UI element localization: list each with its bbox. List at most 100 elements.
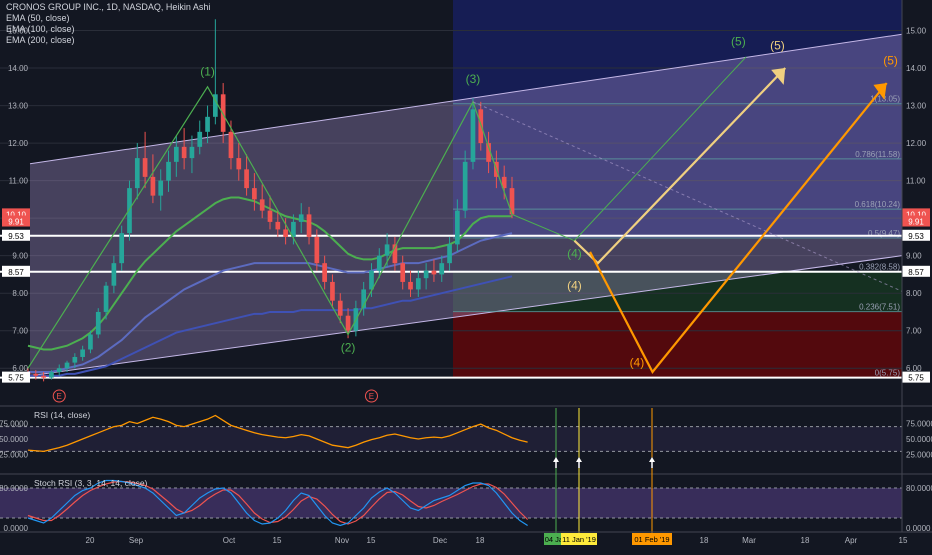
price-tick-right: 14.00	[906, 64, 927, 73]
candle-body	[376, 255, 382, 271]
chart-root: 1(13.05) 0.786(11.58) 0.618(10.24) 0.5(9.47…	[0, 0, 932, 550]
candle-body	[111, 263, 117, 286]
fib-label: 0.236(7.51)	[859, 303, 900, 312]
price-tick-right: 12.00	[906, 139, 927, 148]
candle-body	[80, 349, 85, 357]
price-tick-right: 15.00	[906, 27, 927, 36]
candle-body	[345, 315, 351, 331]
ema100-label: EMA (100, close)	[6, 24, 75, 34]
candle-body	[189, 146, 195, 159]
candle-body	[470, 109, 476, 162]
time-tick: 20	[86, 536, 95, 545]
time-tick: 18	[700, 536, 709, 545]
candle-body	[103, 285, 109, 312]
wave-label: (5)	[770, 38, 785, 52]
rsi-band	[0, 426, 902, 452]
date-tag-text: 11 Jan '19	[562, 535, 596, 544]
rsi-tick-left: 50.0000	[0, 435, 29, 444]
earnings-label: E	[57, 392, 62, 401]
wave-label: (5)	[731, 35, 746, 49]
candle-body	[56, 368, 62, 372]
fib-label: 0.382(8.58)	[859, 262, 900, 271]
wave-label: (2)	[341, 340, 356, 354]
time-tick: 15	[899, 536, 908, 545]
ema200-label: EMA (200, close)	[6, 35, 75, 45]
candle-body	[423, 270, 429, 279]
price-tick-left: 14.00	[8, 64, 29, 73]
candle-body	[197, 131, 203, 147]
candle-body	[252, 188, 257, 200]
price-tick-left: 13.00	[8, 102, 29, 111]
price-tag-right-text: 9.53	[908, 232, 924, 241]
price-tag-right-text: 8.57	[908, 268, 924, 277]
time-tick: Dec	[433, 536, 447, 545]
candle-body	[400, 263, 406, 282]
time-tick: Mar	[742, 536, 756, 545]
candle-body	[244, 169, 249, 189]
rsi-tick-right: 50.0000	[906, 435, 932, 444]
fib-label: 0.786(11.58)	[855, 150, 900, 159]
date-tag-text: 01 Feb '19	[634, 535, 669, 544]
candle-body	[408, 281, 413, 290]
wave-label: (4)	[630, 355, 645, 369]
price-tag-right-text: 9.91	[908, 218, 924, 227]
chart-title: CRONOS GROUP INC., 1D, NASDAQ, Heikin As…	[6, 2, 211, 12]
candle-body	[181, 146, 187, 159]
price-tick-left: 11.00	[9, 177, 29, 186]
price-tick-right: 11.00	[906, 177, 926, 186]
wave-label: (3)	[466, 72, 481, 86]
price-tick-right: 7.00	[906, 327, 922, 336]
candle-body	[314, 236, 320, 264]
candle-body	[41, 375, 46, 378]
stoch-label: Stoch RSI (3, 3, 14, 14, close)	[34, 478, 148, 488]
fib-zone-lower	[453, 311, 902, 378]
fib-label: 0(5.75)	[875, 369, 901, 378]
rsi-label: RSI (14, close)	[34, 410, 90, 420]
price-tag-left-text: 9.91	[8, 218, 24, 227]
price-tick-left: 8.00	[12, 289, 28, 298]
candle-body	[158, 180, 164, 196]
candle-body	[259, 199, 265, 211]
candle-body	[337, 300, 343, 316]
candle-body	[462, 161, 468, 211]
price-tick-right: 9.00	[906, 252, 922, 261]
candle-body	[283, 229, 288, 237]
candle-body	[478, 109, 484, 144]
candle-body	[330, 281, 335, 301]
candle-body	[267, 210, 273, 222]
candle-body	[298, 214, 304, 222]
price-tick-left: 9.00	[12, 252, 28, 261]
candle-body	[205, 116, 210, 132]
candle-body	[33, 373, 39, 376]
ema50-label: EMA (50, close)	[6, 13, 70, 23]
candle-body	[322, 263, 327, 282]
candle-body	[88, 334, 93, 350]
price-tag-left-text: 5.75	[8, 374, 24, 383]
candle-body	[173, 146, 179, 162]
candle-body	[166, 161, 171, 181]
candle-body	[447, 244, 452, 264]
rsi-tick-left: 25.0000	[0, 451, 29, 460]
rsi-tick-right: 75.0000	[906, 420, 932, 429]
price-tick-left: 12.00	[8, 139, 29, 148]
candle-body	[384, 244, 390, 256]
price-tag-left-text: 8.57	[8, 268, 24, 277]
candle-body	[64, 362, 70, 369]
candle-body	[220, 94, 226, 132]
candle-body	[236, 158, 242, 170]
time-tick: 18	[801, 536, 810, 545]
candle-body	[72, 356, 78, 363]
time-tick: 18	[476, 536, 485, 545]
candle-body	[134, 158, 140, 189]
price-tick-right: 8.00	[906, 289, 922, 298]
wave-label: (5)	[883, 53, 898, 67]
fib-label: 0.618(10.24)	[855, 200, 901, 209]
time-tick: Sep	[129, 536, 144, 545]
candle-body	[431, 270, 437, 275]
candle-body	[119, 233, 125, 264]
candle-body	[275, 221, 281, 230]
candle-body	[95, 311, 101, 335]
chart-canvas[interactable]: 1(13.05)0.786(11.58)0.618(10.24)0.5(9.47…	[0, 0, 932, 550]
earnings-label: E	[369, 392, 374, 401]
price-tick-right: 13.00	[906, 102, 927, 111]
